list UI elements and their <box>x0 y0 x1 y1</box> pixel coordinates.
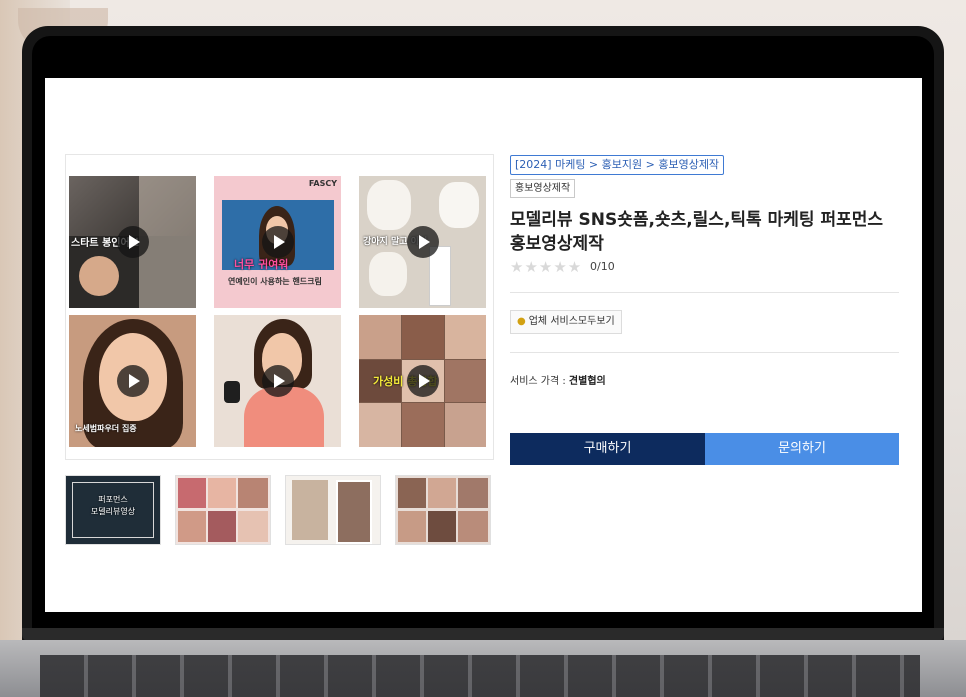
category-tag[interactable]: 홍보영상제작 <box>510 179 576 198</box>
video-caption: 너무 귀여워 <box>234 258 289 271</box>
laptop-keys <box>40 655 920 697</box>
thumbnail-3[interactable] <box>285 475 381 545</box>
play-icon[interactable] <box>116 365 149 397</box>
inquiry-button[interactable]: 문의하기 <box>705 433 899 465</box>
video-caption: 노세범파우더 집중 <box>75 424 137 433</box>
gallery-video-4[interactable]: 노세범파우더 집중 <box>69 315 196 447</box>
view-all-services-label: 업체 서비스모두보기 <box>528 316 615 327</box>
thumbnail-1[interactable]: 퍼포먼스 모델리뷰영상 <box>65 475 161 545</box>
search-icon: ● <box>517 316 526 327</box>
service-price: 서비스 가격 : 견별협의 <box>510 372 606 387</box>
play-icon[interactable] <box>261 365 294 397</box>
play-icon[interactable] <box>261 226 294 258</box>
gallery-video-1[interactable]: 스타트 봉인어보 <box>69 176 196 308</box>
category-breadcrumb[interactable]: [2024] 마케팅 > 홍보지원 > 홍보영상제작 <box>510 155 725 175</box>
thumbnail-4[interactable] <box>395 475 491 545</box>
product-title: 모델리뷰 SNS숏폼,숏츠,릴스,틱톡 마케팅 퍼포먼스 홍보영상제작 <box>510 210 884 254</box>
gallery-video-5[interactable] <box>214 315 341 447</box>
divider <box>510 292 899 293</box>
rating-score: 0/10 <box>590 260 615 273</box>
view-all-services-button[interactable]: ● 업체 서비스모두보기 <box>510 310 622 334</box>
play-icon[interactable] <box>406 226 439 258</box>
gallery-video-2[interactable]: FASCY 너무 귀여워 연예인이 사용하는 핸드크림 <box>214 176 341 308</box>
video-brand-label: FASCY <box>308 179 337 188</box>
thumbnail-2[interactable] <box>175 475 271 545</box>
play-icon[interactable] <box>406 365 439 397</box>
web-page: 스타트 봉인어보 FASCY 너무 귀여워 연예인이 사용하는 핸드크림 강아지… <box>45 78 922 612</box>
gallery-video-3[interactable]: 강아지 말고 이거 <box>359 176 486 308</box>
gallery-video-6[interactable]: 가성비 총집합 <box>359 315 486 447</box>
video-gallery: 스타트 봉인어보 FASCY 너무 귀여워 연예인이 사용하는 핸드크림 강아지… <box>65 154 494 460</box>
price-value: 견별협의 <box>568 376 606 387</box>
buy-button[interactable]: 구매하기 <box>510 433 705 465</box>
video-subcaption: 연예인이 사용하는 핸드크림 <box>228 277 322 286</box>
price-label: 서비스 가격 : <box>510 376 566 387</box>
thumbnail-title-line-1: 퍼포먼스 <box>98 495 128 504</box>
divider <box>510 352 899 353</box>
rating-stars-icon: ★★★★★ <box>510 258 583 276</box>
thumbnail-title-line-2: 모델리뷰영상 <box>90 507 136 516</box>
play-icon[interactable] <box>116 226 149 258</box>
